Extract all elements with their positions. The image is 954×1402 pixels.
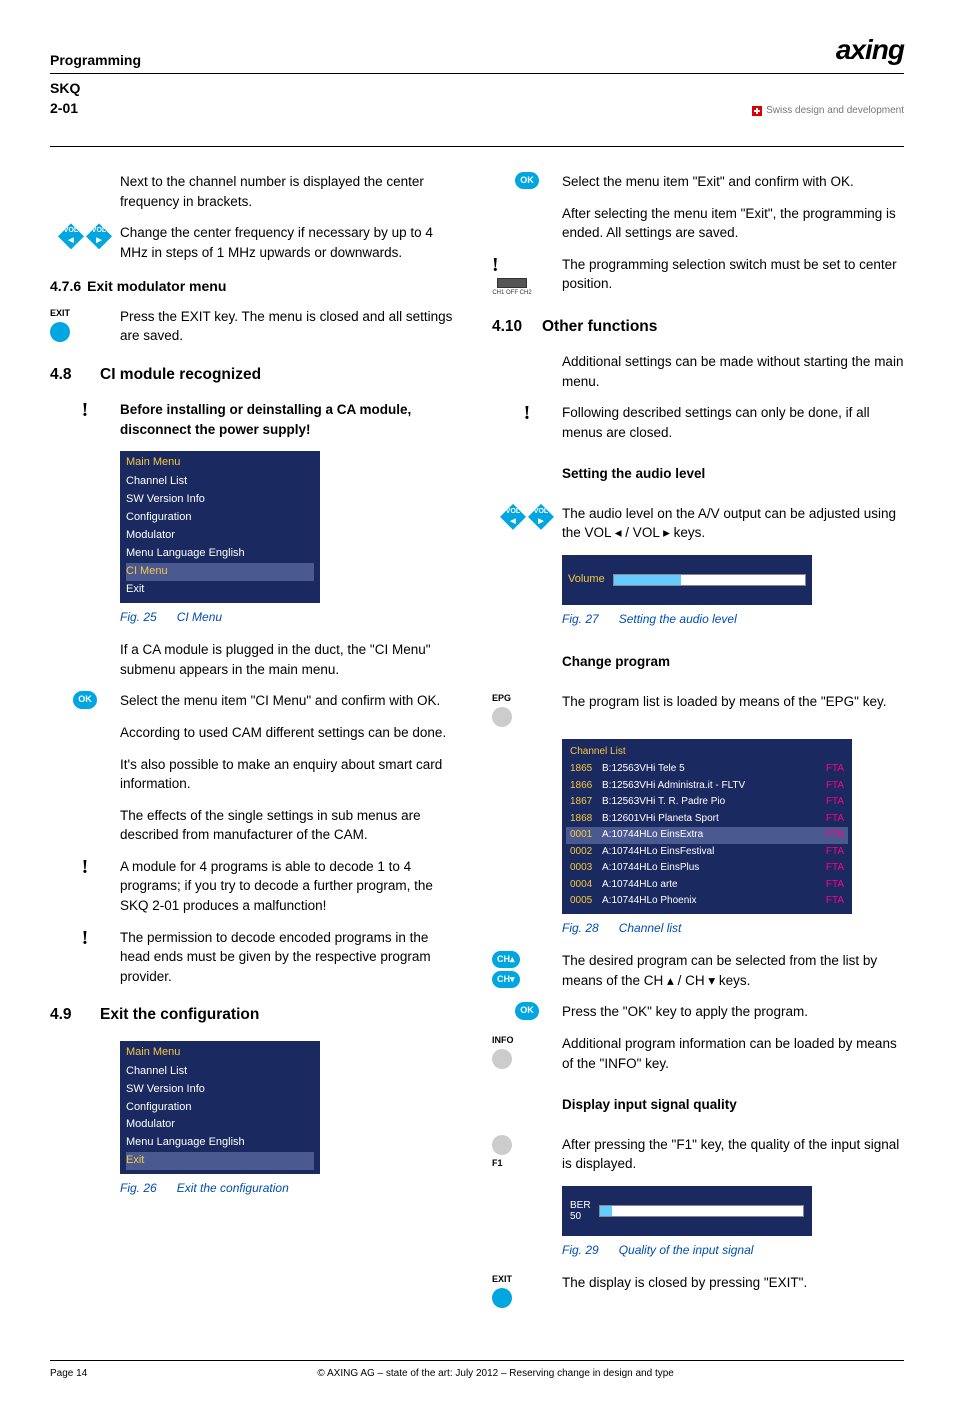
ber-bar: [599, 1205, 804, 1217]
channel-row: 0004A:10744HLo arteFTA: [566, 877, 848, 894]
info-button-icon: [492, 1049, 512, 1069]
warning-icon: !: [492, 255, 499, 275]
channel-row: 1868B:12601VHi Planeta SportFTA: [566, 811, 848, 828]
brand-tagline: Swiss design and development: [752, 104, 904, 119]
swiss-flag-icon: [752, 106, 762, 116]
body-text: The desired program can be selected from…: [562, 951, 904, 990]
heading-title: Exit modulator menu: [87, 276, 226, 296]
body-text: The programming selection switch must be…: [562, 255, 904, 294]
body-text: The display is closed by pressing "EXIT"…: [562, 1273, 904, 1293]
channel-row: 0005A:10744HLo PhoenixFTA: [566, 893, 848, 910]
channel-row: 0001A:10744HLo EinsExtraFTA: [566, 827, 848, 844]
warning-text: Before installing or deinstalling a CA m…: [120, 402, 411, 437]
model-label: SKQ 2-01: [50, 76, 80, 122]
exit-button-icon: [50, 322, 70, 342]
figure-caption: Fig. 25CI Menu: [120, 609, 462, 626]
exit-label: EXIT: [50, 307, 70, 320]
main-menu-screenshot: Main Menu Channel List SW Version Info C…: [120, 451, 320, 603]
channel-list-screenshot: Channel List 1865B:12563VHi Tele 5FTA186…: [562, 739, 852, 914]
ch-up-key-icon: CH▴: [492, 951, 520, 968]
figure-caption: Fig. 26Exit the configuration: [120, 1180, 462, 1197]
switch-icon: CH1 OFF CH2: [492, 278, 532, 298]
f1-label: F1: [492, 1157, 503, 1170]
exit-button-icon: [492, 1288, 512, 1308]
ok-key-icon: OK: [73, 691, 97, 708]
subheading: Setting the audio level: [562, 464, 904, 484]
copyright: © AXING AG – state of the art: July 2012…: [317, 1367, 673, 1382]
channel-row: 0003A:10744HLo EinsPlusFTA: [566, 860, 848, 877]
warning-icon: !: [82, 857, 89, 877]
body-text: Press the "OK" key to apply the program.: [562, 1002, 904, 1022]
header-brand: axing: [836, 30, 904, 71]
body-text: Press the EXIT key. The menu is closed a…: [120, 307, 462, 346]
heading-title: Other functions: [542, 316, 657, 338]
channel-row: 1865B:12563VHi Tele 5FTA: [566, 761, 848, 778]
volume-screenshot: Volume: [562, 555, 812, 605]
channel-row: 1867B:12563VHi T. R. Padre PioFTA: [566, 794, 848, 811]
warning-icon: !: [82, 400, 89, 420]
ok-key-icon: OK: [515, 172, 539, 189]
body-text: Select the menu item "Exit" and confirm …: [562, 172, 904, 192]
body-text: It's also possible to make an enquiry ab…: [120, 755, 462, 794]
subheading: Change program: [562, 652, 904, 672]
heading-title: CI module recognized: [100, 364, 261, 386]
page-number: Page 14: [50, 1367, 87, 1382]
ber-screenshot: BER50: [562, 1186, 812, 1236]
body-text: Additional settings can be made without …: [562, 352, 904, 391]
heading-number: 4.8: [50, 364, 90, 386]
epg-button-icon: [492, 707, 512, 727]
ok-key-icon: OK: [515, 1002, 539, 1019]
body-text: The audio level on the A/V output can be…: [562, 504, 904, 543]
body-text: Next to the channel number is displayed …: [120, 172, 462, 211]
epg-label: EPG: [492, 692, 511, 705]
info-label: INFO: [492, 1034, 514, 1047]
volume-bar: [613, 574, 806, 586]
figure-caption: Fig. 27Setting the audio level: [562, 611, 904, 628]
body-text: If a CA module is plugged in the duct, t…: [120, 640, 462, 679]
body-text: A module for 4 programs is able to decod…: [120, 857, 462, 916]
body-text: The program list is loaded by means of t…: [562, 692, 904, 712]
channel-row: 0002A:10744HLo EinsFestivalFTA: [566, 844, 848, 861]
heading-number: 4.9: [50, 1004, 90, 1026]
body-text: Additional program information can be lo…: [562, 1034, 904, 1073]
subheading: Display input signal quality: [562, 1095, 904, 1115]
header-section: Programming: [50, 50, 141, 70]
vol-left-right-icon: VOL◀ VOL▶: [500, 504, 554, 530]
figure-caption: Fig. 29Quality of the input signal: [562, 1242, 904, 1259]
body-text: The effects of the single settings in su…: [120, 806, 462, 845]
f1-button-icon: [492, 1135, 512, 1155]
body-text: According to used CAM different settings…: [120, 723, 462, 743]
body-text: After selecting the menu item "Exit", th…: [562, 204, 904, 243]
brand-logo: axing: [836, 30, 904, 71]
body-text: Change the center frequency if necessary…: [120, 223, 462, 262]
heading-number: 4.10: [492, 316, 532, 338]
channel-row: 1866B:12563VHi Administra.it - FLTVFTA: [566, 778, 848, 795]
body-text: After pressing the "F1" key, the quality…: [562, 1135, 904, 1174]
page-header: Programming axing: [50, 30, 904, 74]
heading-number: 4.7.6: [50, 276, 81, 296]
left-column: Next to the channel number is displayed …: [50, 172, 462, 1320]
page-footer: Page 14 © AXING AG – state of the art: J…: [50, 1360, 904, 1382]
body-text: Select the menu item "CI Menu" and confi…: [120, 691, 462, 711]
heading-title: Exit the configuration: [100, 1004, 259, 1026]
body-text: Following described settings can only be…: [562, 403, 904, 442]
vol-left-right-icon: VOL◀ VOL▶: [58, 223, 112, 249]
warning-icon: !: [82, 928, 89, 948]
main-menu-screenshot: Main Menu Channel List SW Version Info C…: [120, 1041, 320, 1175]
warning-icon: !: [524, 403, 531, 423]
body-text: The permission to decode encoded program…: [120, 928, 462, 987]
exit-label: EXIT: [492, 1273, 512, 1286]
ch-down-key-icon: CH▾: [492, 971, 520, 988]
figure-caption: Fig. 28Channel list: [562, 920, 904, 937]
right-column: OK Select the menu item "Exit" and confi…: [492, 172, 904, 1320]
